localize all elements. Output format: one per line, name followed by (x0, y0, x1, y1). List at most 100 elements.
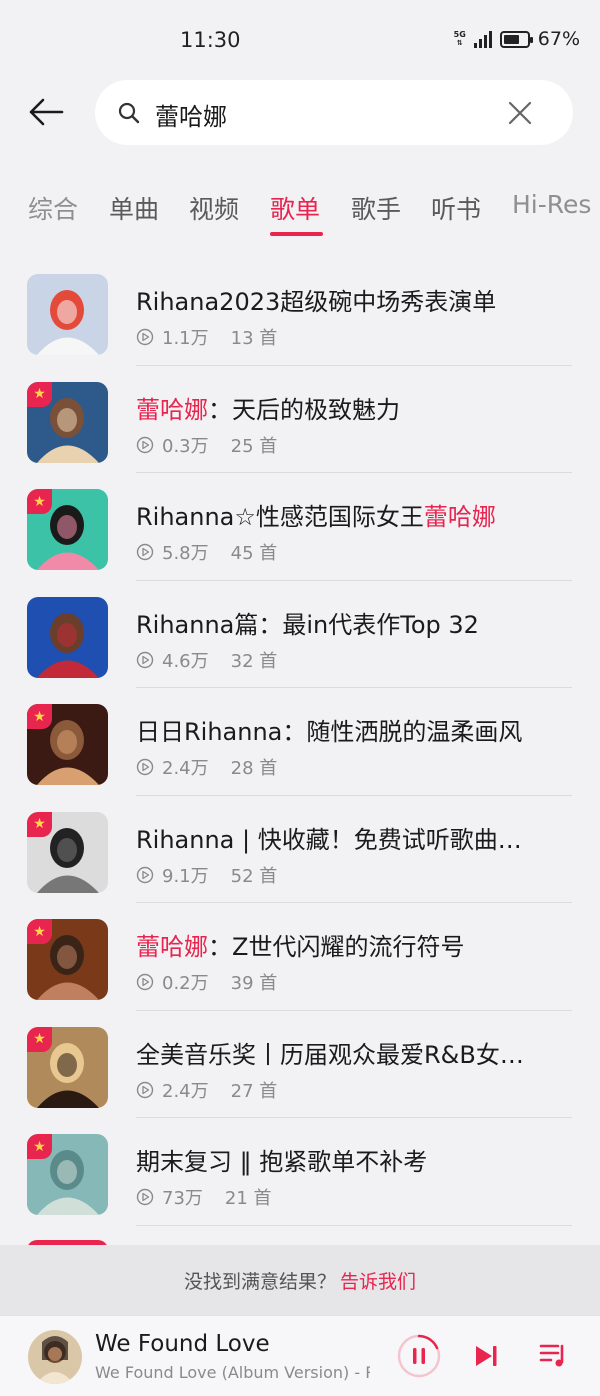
playlist-title: 蕾哈娜：Z世代闪耀的流行符号 (136, 927, 556, 962)
playlist-meta: 73万 21 首 (136, 1184, 272, 1210)
search-icon (118, 102, 140, 124)
battery-icon (499, 30, 533, 48)
back-arrow-icon (29, 98, 64, 126)
network-icon: 5G ⇅ (453, 30, 466, 48)
playlist-cover[interactable]: ★ (27, 704, 108, 785)
title-text: 日日Rihanna：随性洒脱的温柔画风 (136, 718, 523, 746)
playlist-cover[interactable]: ★ (27, 1134, 108, 1215)
playlist-title: Rihanna篇：最in代表作Top 32 (136, 605, 556, 640)
title-text: 全美音乐奖丨历届观众最爱R&B女… (136, 1040, 524, 1069)
playlist-cover[interactable]: ★ (27, 1026, 108, 1108)
playlist-cover[interactable]: ★ (27, 381, 108, 463)
track-count: 32 首 (230, 650, 278, 672)
playlist-meta: 2.4万 28 首 (136, 754, 277, 780)
play-count-icon (136, 758, 154, 776)
play-count-icon (136, 543, 154, 561)
featured-star-icon: ★ (27, 1026, 52, 1052)
tab-audiobooks[interactable]: 听书 (431, 190, 481, 226)
play-count: 0.3万 (162, 435, 209, 457)
playlist-cover[interactable]: ★ (27, 919, 108, 1000)
featured-star-icon: ★ (27, 919, 52, 944)
playlist-row[interactable]: Rihanna篇：最in代表作Top 32 4.6万 32 首 (0, 581, 600, 688)
playlist-row[interactable]: ★ Rihanna | 快收藏！免费试听歌曲… 9.1万 52 首 (0, 796, 600, 903)
pause-button[interactable] (397, 1334, 441, 1378)
track-count: 39 首 (230, 973, 278, 994)
play-count: 2.4万 (162, 1080, 209, 1102)
search-box[interactable]: 蕾哈娜 (95, 80, 573, 145)
status-indicators: 5G ⇅ 67% (454, 28, 580, 50)
track-count: 45 首 (230, 543, 278, 564)
featured-star-icon: ★ (27, 1134, 52, 1159)
playlist-meta: 2.4万 27 首 (136, 1077, 277, 1103)
signal-icon (473, 30, 492, 48)
playlist-row[interactable]: ★ Rihanna☆性感范国际女王蕾哈娜 5.8万 45 首 (0, 473, 600, 581)
track-count: 28 首 (230, 758, 278, 779)
playlist-row-partial (0, 1226, 600, 1250)
tab-songs[interactable]: 单曲 (109, 190, 159, 226)
featured-star-icon: ★ (27, 704, 52, 729)
battery-percent: 67% (537, 28, 580, 50)
next-track-button[interactable] (472, 1342, 500, 1370)
title-text: Rihanna | 快收藏！免费试听歌曲… (136, 825, 522, 854)
featured-star-icon: ★ (27, 489, 52, 514)
player-cover-art[interactable] (28, 1330, 82, 1384)
playlist-title: 日日Rihanna：随性洒脱的温柔画风 (136, 712, 556, 747)
play-count: 2.4万 (162, 758, 209, 779)
title-text: ：天后的极致魅力 (208, 395, 400, 424)
playlist-queue-button[interactable] (538, 1340, 568, 1370)
playlist-row[interactable]: ★ 蕾哈娜：Z世代闪耀的流行符号 0.2万 39 首 (0, 903, 600, 1011)
feedback-link[interactable]: 告诉我们 (340, 1267, 416, 1294)
player-track-title: We Found Love (95, 1331, 270, 1357)
feedback-bar: 没找到满意结果？ 告诉我们 (0, 1245, 600, 1315)
play-count-icon (136, 651, 154, 668)
title-text: Rihanna篇：最in代表作Top 32 (136, 610, 479, 639)
title-highlight: 蕾哈娜 (136, 933, 208, 961)
playlist-row[interactable]: ★ 期末复习 ‖ 抱紧歌单不补考 73万 21 首 (0, 1118, 600, 1226)
status-bar: 11:30 5G ⇅ 67% (0, 0, 600, 80)
playlist-list: Rihana2023超级碗中场秀表演单 1.1万 13 首 ★ 蕾哈娜：天后的极致魅力 0… (0, 258, 600, 1250)
play-count: 0.2万 (162, 973, 209, 994)
category-tabs: 综合 单曲 视频 歌单 歌手 听书 Hi-Res (0, 190, 600, 240)
play-count: 1.1万 (162, 328, 209, 349)
status-time: 11:30 (180, 28, 241, 52)
tab-artists[interactable]: 歌手 (351, 190, 401, 226)
playlist-meta: 1.1万 13 首 (136, 324, 277, 350)
title-text: Rihana2023超级碗中场秀表演单 (136, 288, 497, 316)
title-text: ：Z世代闪耀的流行符号 (208, 933, 465, 961)
clear-search-icon[interactable] (507, 100, 533, 126)
playlist-row[interactable]: ★ 蕾哈娜：天后的极致魅力 0.3万 25 首 (0, 366, 600, 473)
playlist-title: 期末复习 ‖ 抱紧歌单不补考 (136, 1142, 556, 1177)
track-count: 21 首 (224, 1188, 272, 1209)
tab-playlists[interactable]: 歌单 (270, 190, 320, 226)
play-count: 73万 (162, 1188, 203, 1209)
title-highlight: 蕾哈娜 (423, 503, 496, 531)
mini-player[interactable]: We Found Love We Found Love (Album Versi… (0, 1315, 600, 1396)
tab-hires[interactable]: Hi-Res (512, 190, 591, 219)
playlist-cover[interactable]: ★ (27, 489, 108, 570)
tab-all[interactable]: 综合 (28, 190, 78, 226)
playlist-title: Rihanna☆性感范国际女王蕾哈娜 (136, 497, 556, 532)
playlist-cover[interactable] (27, 596, 108, 678)
active-tab-indicator (270, 232, 323, 236)
playlist-title: Rihanna | 快收藏！免费试听歌曲… (136, 820, 556, 855)
playlist-meta: 9.1万 52 首 (136, 862, 277, 888)
playlist-title: 全美音乐奖丨历届观众最爱R&B女… (136, 1035, 556, 1070)
playlist-meta: 5.8万 45 首 (136, 539, 277, 565)
playlist-title: Rihana2023超级碗中场秀表演单 (136, 282, 556, 317)
playlist-row[interactable]: Rihana2023超级碗中场秀表演单 1.1万 13 首 (0, 258, 600, 366)
track-count: 27 首 (230, 1080, 278, 1102)
tab-videos[interactable]: 视频 (189, 190, 239, 226)
playlist-meta: 0.2万 39 首 (136, 969, 277, 995)
playlist-title: 蕾哈娜：天后的极致魅力 (136, 390, 556, 425)
back-button[interactable] (26, 92, 66, 132)
play-count-icon (136, 973, 154, 991)
playlist-cover[interactable]: ★ (27, 811, 108, 893)
featured-star-icon: ★ (27, 381, 52, 407)
playlist-row[interactable]: ★ 日日Rihanna：随性洒脱的温柔画风 2.4万 28 首 (0, 688, 600, 796)
search-input[interactable]: 蕾哈娜 (155, 97, 227, 132)
track-count: 13 首 (230, 328, 278, 349)
playlist-cover[interactable] (27, 274, 108, 355)
playlist-row[interactable]: ★ 全美音乐奖丨历届观众最爱R&B女… 2.4万 27 首 (0, 1011, 600, 1118)
featured-star-icon: ★ (27, 811, 52, 837)
play-count-icon (136, 1081, 154, 1098)
